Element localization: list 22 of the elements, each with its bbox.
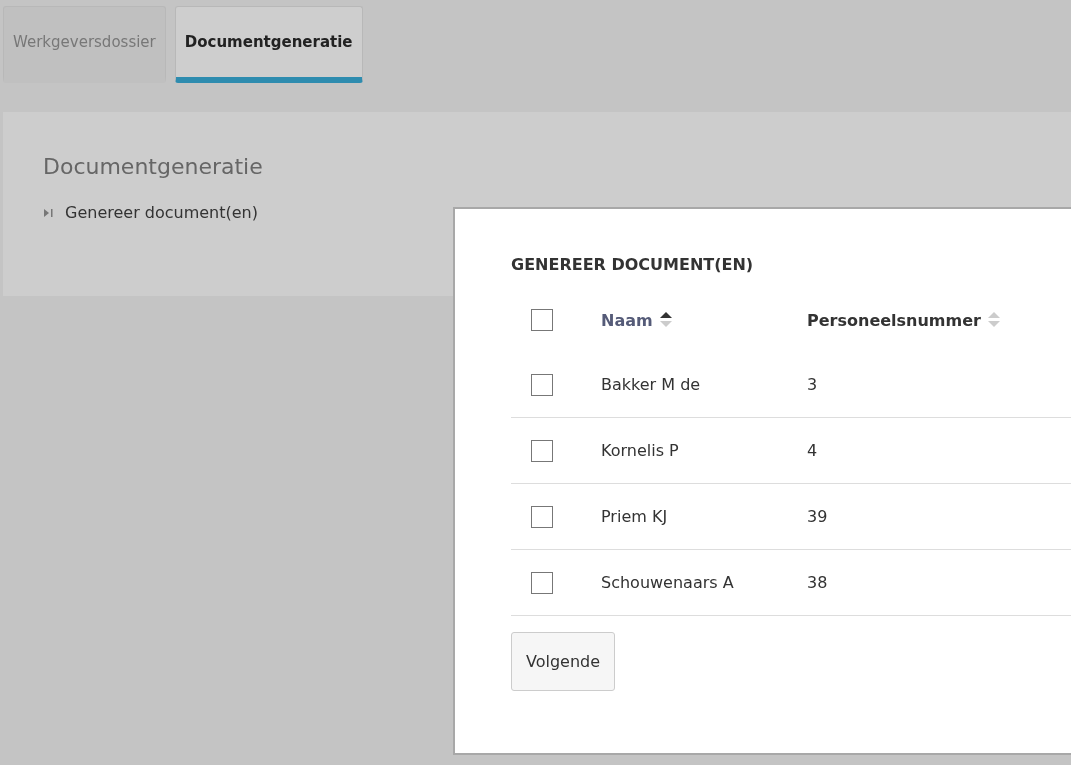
table-cell: 3 xyxy=(807,375,818,394)
table-cell: Kornelis P xyxy=(601,441,679,460)
row-checkbox[interactable] xyxy=(531,373,553,396)
table-cell: Bakker M de xyxy=(601,375,701,394)
next-button[interactable]: Volgende xyxy=(511,632,616,691)
expand-icon[interactable] xyxy=(43,206,53,219)
select-all-checkbox[interactable] xyxy=(531,309,553,331)
column-header[interactable]: Naam xyxy=(601,310,653,330)
row-checkbox[interactable] xyxy=(531,505,553,528)
table-cell: 4 xyxy=(807,441,818,460)
table-cell: Schouwenaars A xyxy=(601,573,734,592)
table-cell: Priem KJ xyxy=(601,507,668,526)
dialog-title: GENEREER DOCUMENT(EN) xyxy=(511,255,755,274)
row-checkbox[interactable] xyxy=(531,571,553,594)
row-checkbox[interactable] xyxy=(531,439,553,462)
sort-icon[interactable] xyxy=(658,310,673,330)
table-cell: 39 xyxy=(807,507,828,526)
column-header[interactable]: Personeelsnummer xyxy=(807,310,981,330)
section-link[interactable]: Genereer document(en) xyxy=(65,203,258,222)
tab[interactable]: Documentgeneratie xyxy=(174,6,363,83)
panel-title: Documentgeneratie xyxy=(43,154,264,179)
table-cell: 38 xyxy=(807,573,828,592)
